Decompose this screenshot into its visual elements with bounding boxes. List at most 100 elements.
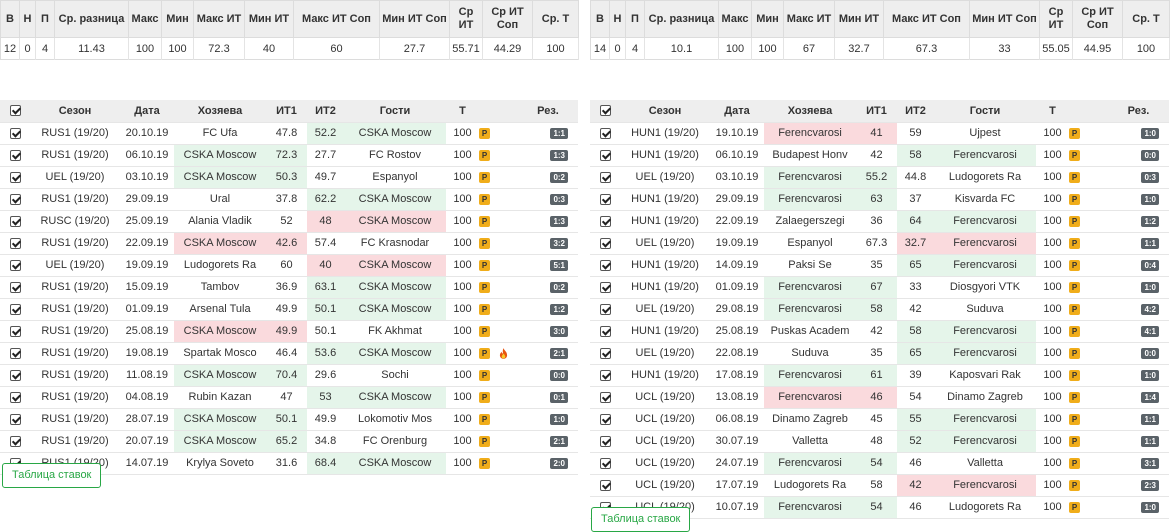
row-checkbox[interactable]	[599, 457, 611, 469]
it2-cell: 48	[307, 209, 344, 232]
row-checkbox[interactable]	[599, 435, 611, 447]
row-checkbox[interactable]	[9, 149, 21, 161]
row-checkbox[interactable]	[599, 259, 611, 271]
fire-cell	[493, 385, 518, 408]
home-team-cell: Rubin Kazan	[174, 385, 266, 408]
result-badge: 3:2	[550, 238, 568, 249]
it2-cell: 32.7	[897, 231, 934, 254]
it1-cell: 70.4	[266, 363, 307, 386]
stats-value-cell: 67	[783, 37, 835, 60]
result-cell: 1:1	[1108, 429, 1169, 452]
select-all-checkbox[interactable]	[9, 105, 21, 117]
row-select-cell	[0, 275, 30, 298]
p-badge-cell: P	[1069, 165, 1083, 188]
matches-header-cell: Рез.	[537, 104, 559, 117]
home-team-cell: CSKA Moscow	[174, 231, 266, 254]
row-checkbox[interactable]	[9, 171, 21, 183]
bets-table-button[interactable]: Таблица ставок	[2, 463, 102, 488]
row-checkbox[interactable]	[9, 369, 21, 381]
match-row: RUS1 (19/20) 11.08.19 CSKA Moscow 70.4 29.6 S…	[0, 363, 578, 386]
p-badge: P	[479, 435, 490, 447]
p-badge-cell: P	[1069, 319, 1083, 342]
away-team-cell: CSKA Moscow	[344, 209, 446, 232]
row-checkbox[interactable]	[599, 149, 611, 161]
home-team-cell: Ferencvarosi	[764, 451, 856, 474]
p-badge-cell: P	[479, 275, 493, 298]
fire-cell	[493, 165, 518, 188]
p-badge: P	[1069, 347, 1080, 359]
row-checkbox[interactable]	[9, 193, 21, 205]
row-checkbox[interactable]	[9, 391, 21, 403]
it1-cell: 50.1	[266, 407, 307, 430]
row-checkbox[interactable]	[599, 479, 611, 491]
it2-cell: 50.1	[307, 319, 344, 342]
result-badge: 5:1	[550, 260, 568, 271]
row-checkbox[interactable]	[9, 435, 21, 447]
row-checkbox[interactable]	[9, 215, 21, 227]
row-checkbox[interactable]	[599, 237, 611, 249]
stats-header-cell: Ср ИТ Соп	[1072, 0, 1123, 38]
fire-cell	[493, 319, 518, 342]
result-cell: 1:3	[518, 143, 578, 166]
row-checkbox[interactable]	[9, 281, 21, 293]
row-checkbox[interactable]	[9, 325, 21, 337]
away-team-cell: Lokomotiv Mos	[344, 407, 446, 430]
away-team-cell: Diosgyori VTK	[934, 275, 1036, 298]
it2-cell: 63.1	[307, 275, 344, 298]
row-checkbox[interactable]	[9, 347, 21, 359]
row-checkbox[interactable]	[9, 259, 21, 271]
home-team-cell: Puskas Academ	[764, 319, 856, 342]
result-badge: 2:0	[550, 458, 568, 469]
row-checkbox[interactable]	[599, 369, 611, 381]
date-cell: 06.10.19	[120, 143, 174, 166]
home-team-cell: CSKA Moscow	[174, 363, 266, 386]
total-cell: 100	[1036, 275, 1069, 298]
row-checkbox[interactable]	[9, 303, 21, 315]
row-checkbox[interactable]	[9, 127, 21, 139]
row-checkbox[interactable]	[599, 193, 611, 205]
select-all-checkbox[interactable]	[599, 105, 611, 117]
row-checkbox[interactable]	[599, 325, 611, 337]
fire-cell	[493, 297, 518, 320]
result-cell: 2:3	[1108, 473, 1169, 496]
away-team-cell: Ferencvarosi	[934, 231, 1036, 254]
row-checkbox[interactable]	[599, 281, 611, 293]
row-checkbox[interactable]	[599, 303, 611, 315]
it2-cell: 46	[897, 495, 934, 519]
date-cell: 10.07.19	[710, 495, 764, 519]
fire-cell	[1083, 297, 1108, 320]
it2-cell: 46	[897, 451, 934, 474]
it1-cell: 58	[856, 473, 897, 496]
it2-cell: 65	[897, 341, 934, 364]
row-checkbox[interactable]	[599, 171, 611, 183]
date-cell: 19.09.19	[120, 253, 174, 276]
result-badge: 0:3	[1141, 172, 1159, 183]
away-team-cell: FC Rostov	[344, 143, 446, 166]
p-badge-cell: P	[479, 429, 493, 452]
it2-cell: 40	[307, 253, 344, 276]
row-checkbox[interactable]	[599, 127, 611, 139]
row-select-cell	[590, 297, 620, 320]
p-badge-cell: P	[1069, 187, 1083, 210]
bets-table-button[interactable]: Таблица ставок	[591, 507, 691, 532]
row-checkbox[interactable]	[599, 347, 611, 359]
row-select-cell	[590, 451, 620, 474]
row-select-cell	[590, 121, 620, 144]
matches-header-cell: ИТ2	[905, 104, 926, 117]
home-team-cell: Valletta	[764, 429, 856, 452]
row-checkbox[interactable]	[9, 237, 21, 249]
row-checkbox[interactable]	[599, 413, 611, 425]
matches-header-cell: Дата	[724, 104, 750, 117]
result-cell: 1:1	[1108, 407, 1169, 430]
result-cell: 0:4	[1108, 253, 1169, 276]
row-checkbox[interactable]	[599, 391, 611, 403]
p-badge-cell: P	[1069, 429, 1083, 452]
home-team-cell: Ludogorets Ra	[764, 473, 856, 496]
it2-cell: 34.8	[307, 429, 344, 452]
fire-cell	[1083, 473, 1108, 496]
it2-cell: 42	[897, 473, 934, 496]
fire-cell	[1083, 165, 1108, 188]
row-checkbox[interactable]	[9, 413, 21, 425]
it1-cell: 55.2	[856, 165, 897, 188]
row-checkbox[interactable]	[599, 215, 611, 227]
